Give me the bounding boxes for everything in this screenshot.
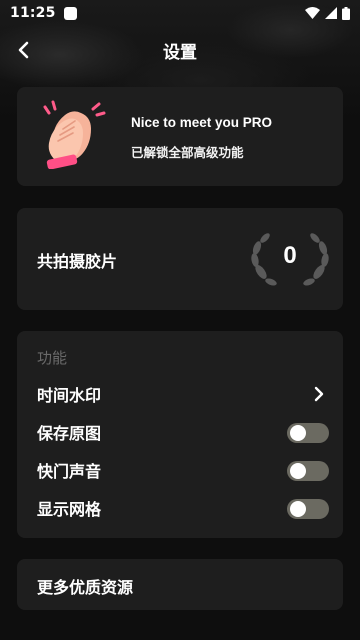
pro-status-card: Nice to meet you PRO 已解锁全部高级功能 [17,87,343,186]
show-grid-row: 显示网格 [37,493,329,523]
toggle-knob [290,501,306,517]
shutter-sound-toggle[interactable] [287,461,329,481]
nav-bar: 设置 [0,30,360,70]
app-notification-icon [63,6,77,20]
toggle-knob [290,425,306,441]
clapping-hands-icon [43,100,106,169]
pro-title: Nice to meet you PRO [131,115,273,130]
page-title: 设置 [163,42,197,63]
photos-count-card: 共拍摄胶片 0 [17,208,343,310]
chevron-left-icon [18,41,29,59]
save-original-row: 保存原图 [37,417,329,447]
pro-subtitle: 已解锁全部高级功能 [131,145,244,160]
battery-icon [342,6,350,20]
toggle-knob [290,463,306,479]
show-grid-label: 显示网格 [37,500,102,519]
show-grid-toggle[interactable] [287,499,329,519]
more-resources-label: 更多优质资源 [37,578,134,597]
photo-count-value: 0 [283,242,297,269]
shutter-sound-row: 快门声音 [37,455,329,485]
save-original-label: 保存原图 [37,424,102,443]
save-original-toggle[interactable] [287,423,329,443]
chevron-right-icon [314,386,324,402]
more-resources-button[interactable]: 更多优质资源 [17,559,343,610]
status-bar: 11:25 [0,0,360,26]
functions-card: 功能 时间水印 保存原图 快门声音 显示网格 [17,331,343,538]
back-button[interactable] [8,34,40,66]
photos-count-label: 共拍摄胶片 [37,252,118,271]
wifi-icon [305,7,320,19]
time-watermark-row[interactable]: 时间水印 [37,379,327,409]
status-icons [305,6,350,20]
status-time: 11:25 [10,5,56,21]
time-watermark-label: 时间水印 [37,386,102,405]
shutter-sound-label: 快门声音 [37,462,102,481]
cellular-signal-icon [325,7,337,19]
section-label-functions: 功能 [37,349,68,367]
